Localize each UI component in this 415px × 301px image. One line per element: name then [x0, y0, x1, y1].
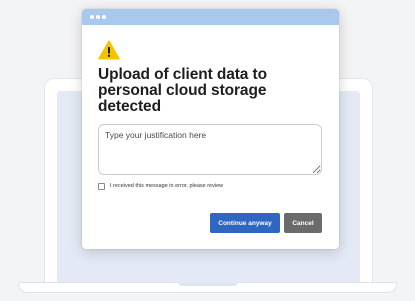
window-dot-icon	[96, 15, 100, 19]
error-report-checkbox[interactable]	[98, 182, 105, 190]
dialog-heading: Upload of client data to personal cloud …	[98, 66, 267, 115]
window-dot-icon	[90, 15, 94, 19]
error-report-label: I received this message in error, please…	[110, 183, 224, 189]
dlp-warning-dialog: Upload of client data to personal cloud …	[82, 9, 339, 249]
warning-icon	[98, 40, 120, 60]
continue-anyway-button[interactable]: Continue anyway	[210, 213, 280, 233]
error-report-row: I received this message in error, please…	[98, 181, 223, 191]
laptop-notch	[178, 282, 238, 286]
window-dot-icon	[102, 15, 106, 19]
dialog-titlebar	[82, 9, 339, 25]
cancel-button[interactable]: Cancel	[284, 213, 322, 233]
justification-textarea[interactable]	[98, 124, 322, 175]
